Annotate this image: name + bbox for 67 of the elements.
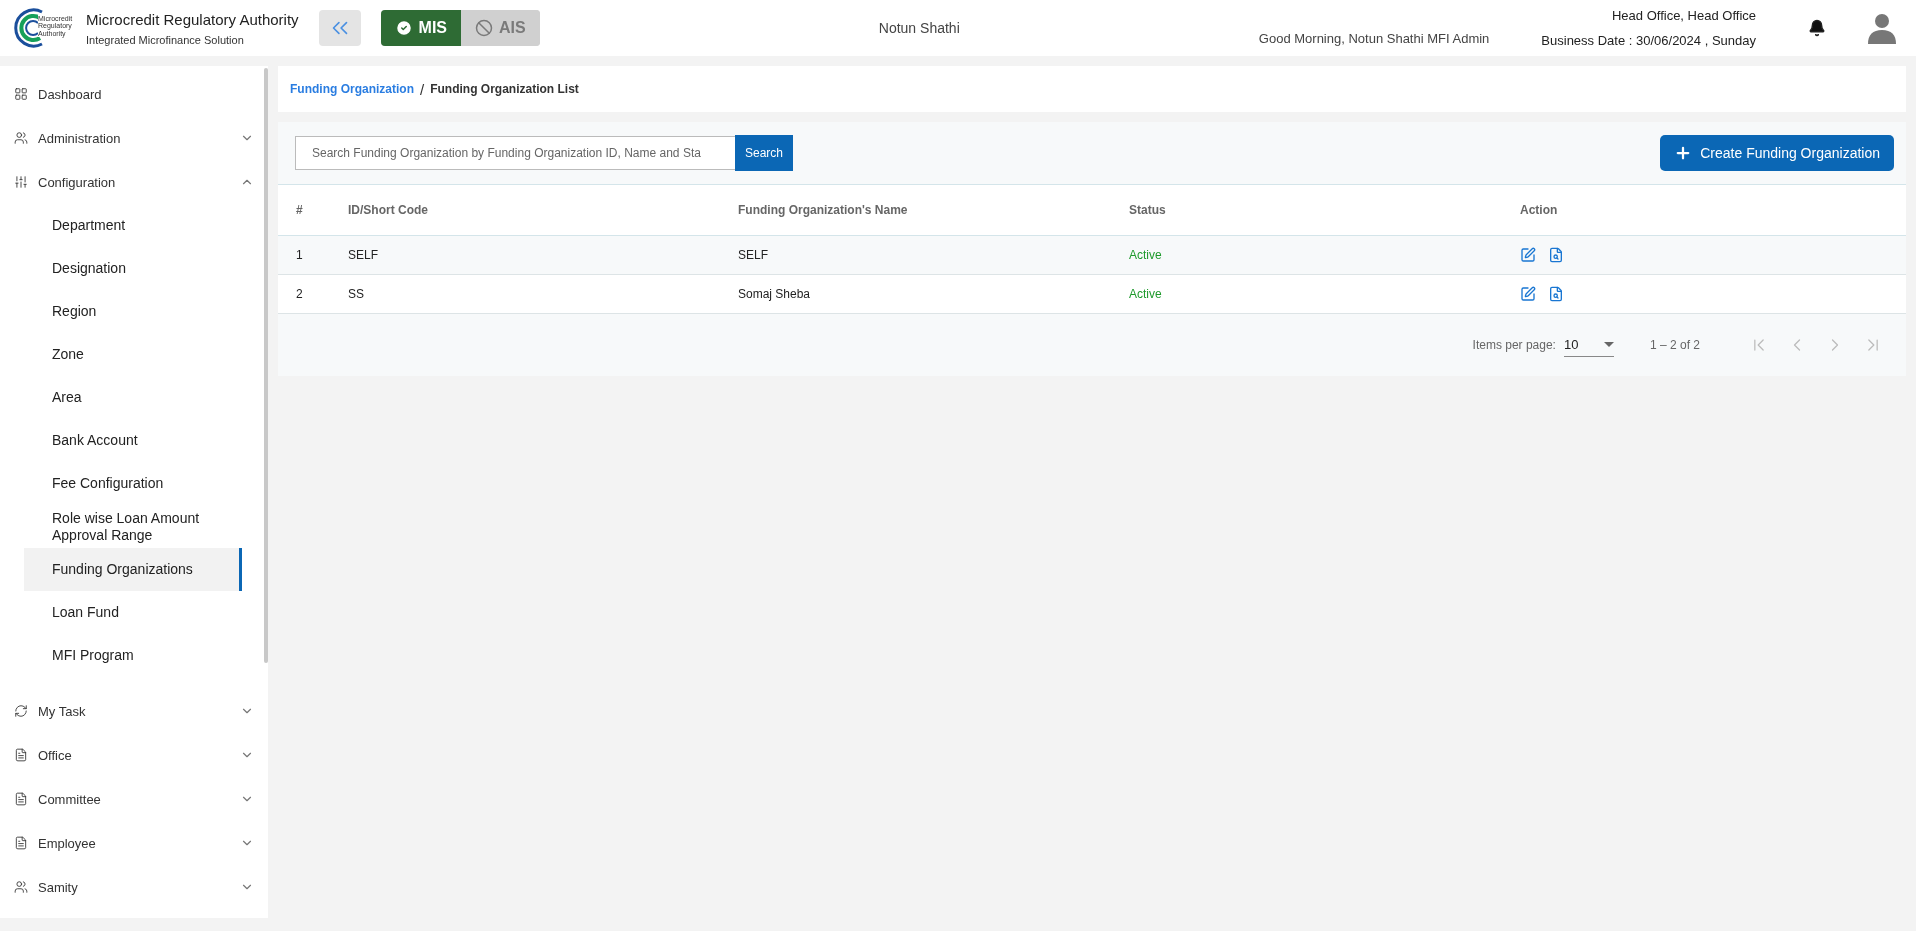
sidebar-subitem[interactable]: Department xyxy=(24,204,242,247)
menu-item-icon xyxy=(14,87,28,101)
edit-icon[interactable] xyxy=(1520,286,1536,302)
table-cell: SELF xyxy=(348,235,738,275)
table-cell: 1 xyxy=(278,235,348,275)
edit-icon[interactable] xyxy=(1520,247,1536,263)
column-header: Status xyxy=(1129,184,1520,236)
menu-item-icon xyxy=(14,704,28,718)
page-size-select[interactable]: 10 xyxy=(1563,333,1614,357)
office-name: Head Office, Head Office xyxy=(1611,8,1756,23)
create-button[interactable]: Create Funding Organization xyxy=(1660,135,1894,171)
sidebar-scrollbar[interactable] xyxy=(264,68,268,663)
greeting-text: Good Morning, Notun Shathi MFI Admin xyxy=(1258,31,1490,46)
sidebar-subitem[interactable]: Role wise Loan Amount Approval Range xyxy=(24,505,242,548)
sidebar-item[interactable]: My Task xyxy=(0,689,268,733)
collapse-sidebar-button[interactable] xyxy=(318,10,361,46)
column-header: Funding Organization's Name xyxy=(738,184,1129,236)
sidebar-subitem[interactable]: Region xyxy=(24,290,242,333)
column-header: Action xyxy=(1520,184,1906,236)
caret-icon xyxy=(1603,342,1614,347)
menu-item-icon xyxy=(14,792,28,806)
blocked-icon xyxy=(475,19,494,37)
sidebar-item[interactable]: Configuration xyxy=(0,160,268,204)
sidebar-subitem[interactable]: Loan Fund xyxy=(24,591,242,634)
app-subtitle: Integrated Microfinance Solution xyxy=(86,33,245,46)
search-field[interactable]: Search Funding Organization by Funding Organization ID, Name and Sta xyxy=(295,136,735,170)
sidebar-subitem[interactable]: Area xyxy=(24,376,242,419)
sidebar-subitem[interactable]: Zone xyxy=(24,333,242,376)
status-text: Active xyxy=(1129,287,1162,301)
table-cell: SS xyxy=(348,274,738,314)
business-date: Business Date : 30/06/2024 , Sunday xyxy=(1541,33,1756,48)
sidebar-item[interactable]: Committee xyxy=(0,777,268,821)
user-avatar-icon[interactable] xyxy=(1868,12,1896,44)
search-button[interactable]: Search xyxy=(735,135,794,171)
check-icon xyxy=(394,19,413,37)
column-header: # xyxy=(278,184,348,236)
sidebar-subitem[interactable]: Bank Account xyxy=(24,419,242,462)
sidebar-subitem[interactable]: Funding Organizations xyxy=(24,548,242,591)
table-cell: SELF xyxy=(738,235,1129,275)
menu-item-icon xyxy=(14,175,28,189)
table-cell: Somaj Sheba xyxy=(738,274,1129,314)
menu-item-icon xyxy=(14,836,28,850)
sidebar-item[interactable]: Administration xyxy=(0,116,268,160)
menu-item-icon xyxy=(14,748,28,762)
sidebar-subitem[interactable]: Fee Configuration xyxy=(24,462,242,505)
sidebar-item[interactable]: Employee xyxy=(0,821,268,865)
notification-bell-icon[interactable] xyxy=(1808,19,1826,37)
column-header: ID/Short Code xyxy=(348,184,738,236)
sidebar-subitem[interactable]: Designation xyxy=(24,247,242,290)
view-document-icon[interactable] xyxy=(1548,286,1564,302)
breadcrumb-separator: / xyxy=(420,80,425,98)
page-range: 1 – 2 of 2 xyxy=(1649,338,1700,352)
items-per-page-label: Items per page: xyxy=(1472,338,1556,352)
view-document-icon[interactable] xyxy=(1548,247,1564,263)
sidebar-item[interactable]: Dashboard xyxy=(0,72,268,116)
table-cell: 2 xyxy=(278,274,348,314)
module-toggle[interactable]: MIS xyxy=(380,10,462,46)
breadcrumb-link[interactable]: Funding Organization xyxy=(290,82,414,96)
app-title: Microcredit Regulatory Authority xyxy=(86,10,299,28)
organization-name: Notun Shathi xyxy=(877,20,961,36)
status-text: Active xyxy=(1129,248,1162,262)
menu-item-icon xyxy=(14,880,28,894)
sidebar-item[interactable]: Office xyxy=(0,733,268,777)
menu-item-icon xyxy=(14,131,28,145)
sidebar-subitem[interactable]: MFI Program xyxy=(24,634,242,677)
breadcrumb-current: Funding Organization List xyxy=(430,82,579,96)
sidebar-item[interactable]: Samity xyxy=(0,865,268,909)
